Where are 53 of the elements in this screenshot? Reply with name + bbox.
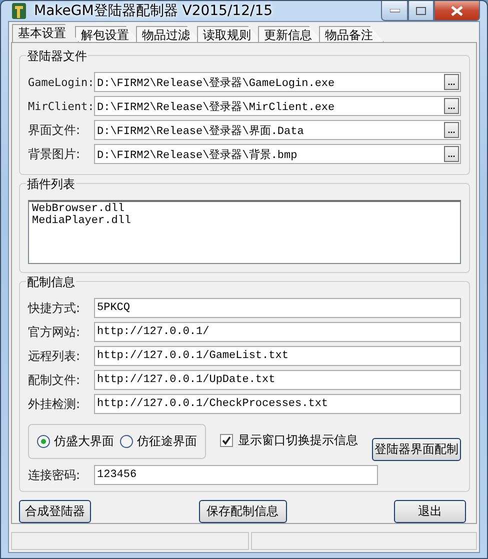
maximize-button[interactable] <box>408 1 434 21</box>
field-label: MirClient: <box>28 100 94 112</box>
checkbox[interactable] <box>220 434 233 447</box>
radio-icon[interactable] <box>37 435 50 448</box>
browse-button[interactable]: ... <box>444 122 459 138</box>
field-label: 快捷方式: <box>28 300 82 316</box>
window-title: MakeGM登陆器配制器 V2015/12/15 <box>34 2 274 20</box>
radio-option[interactable]: 仿盛大界面 <box>37 433 114 450</box>
browse-button[interactable]: ... <box>444 74 459 90</box>
checkbox-label: 显示窗口切换提示信息 <box>238 432 358 449</box>
browse-button[interactable]: ... <box>444 98 459 114</box>
path-field[interactable]: D:\FIRM2\Release\登录器\MirClient.exe ... <box>94 96 461 116</box>
check-icon <box>222 436 231 445</box>
field-label: 背景图片: <box>28 146 82 162</box>
field-label: 连接密码: <box>28 466 82 484</box>
browse-button[interactable]: ... <box>444 146 459 162</box>
radio-icon[interactable] <box>120 435 133 448</box>
minimize-icon <box>390 8 400 12</box>
path-field[interactable]: D:\FIRM2\Release\登录器\GameLogin.exe ... <box>94 72 461 92</box>
field-label: 官方网站: <box>28 324 82 340</box>
close-icon <box>451 6 463 16</box>
radio-label: 仿盛大界面 <box>54 433 114 450</box>
plugin-list[interactable]: WebBrowser.dll MediaPlayer.dll <box>28 200 461 264</box>
close-button[interactable] <box>434 1 480 21</box>
config-button[interactable]: 登陆器界面配制 <box>372 438 461 461</box>
app-icon <box>10 1 28 21</box>
list-item[interactable]: MediaPlayer.dll <box>32 215 457 227</box>
radio-label: 仿征途界面 <box>137 433 197 450</box>
group-title: 登陆器文件 <box>26 48 88 65</box>
group-title: 插件列表 <box>26 176 76 193</box>
password-field[interactable]: 123456 <box>94 465 378 485</box>
input-field[interactable]: http://127.0.0.1/CheckProcesses.txt <box>94 394 461 414</box>
field-label: 外挂检测: <box>28 396 82 412</box>
action-button[interactable]: 合成登陆器 <box>19 500 91 523</box>
input-field[interactable]: 5PKCQ <box>94 298 461 318</box>
action-button[interactable]: 保存配制信息 <box>198 500 286 523</box>
tab[interactable]: 物品备注 <box>319 26 384 42</box>
tab[interactable]: 基本设置 <box>12 24 79 42</box>
path-field[interactable]: D:\FIRM2\Release\登录器\界面.Data ... <box>94 120 461 140</box>
input-field[interactable]: http://127.0.0.1/UpDate.txt <box>94 370 461 390</box>
field-label: 远程列表: <box>28 348 82 364</box>
action-button[interactable]: 退出 <box>394 500 466 523</box>
field-label: GameLogin: <box>28 76 94 88</box>
minimize-button[interactable] <box>381 1 408 21</box>
list-item[interactable]: WebBrowser.dll <box>32 203 457 215</box>
path-field[interactable]: D:\FIRM2\Release\登录器\背景.bmp ... <box>94 144 461 164</box>
radio-option[interactable]: 仿征途界面 <box>120 433 197 450</box>
group-title: 配制信息 <box>26 274 76 291</box>
maximize-icon <box>416 6 426 14</box>
input-field[interactable]: http://127.0.0.1/ <box>94 322 461 342</box>
field-label: 配制文件: <box>28 372 82 388</box>
field-label: 界面文件: <box>28 122 82 138</box>
input-field[interactable]: http://127.0.0.1/GameList.txt <box>94 346 461 366</box>
